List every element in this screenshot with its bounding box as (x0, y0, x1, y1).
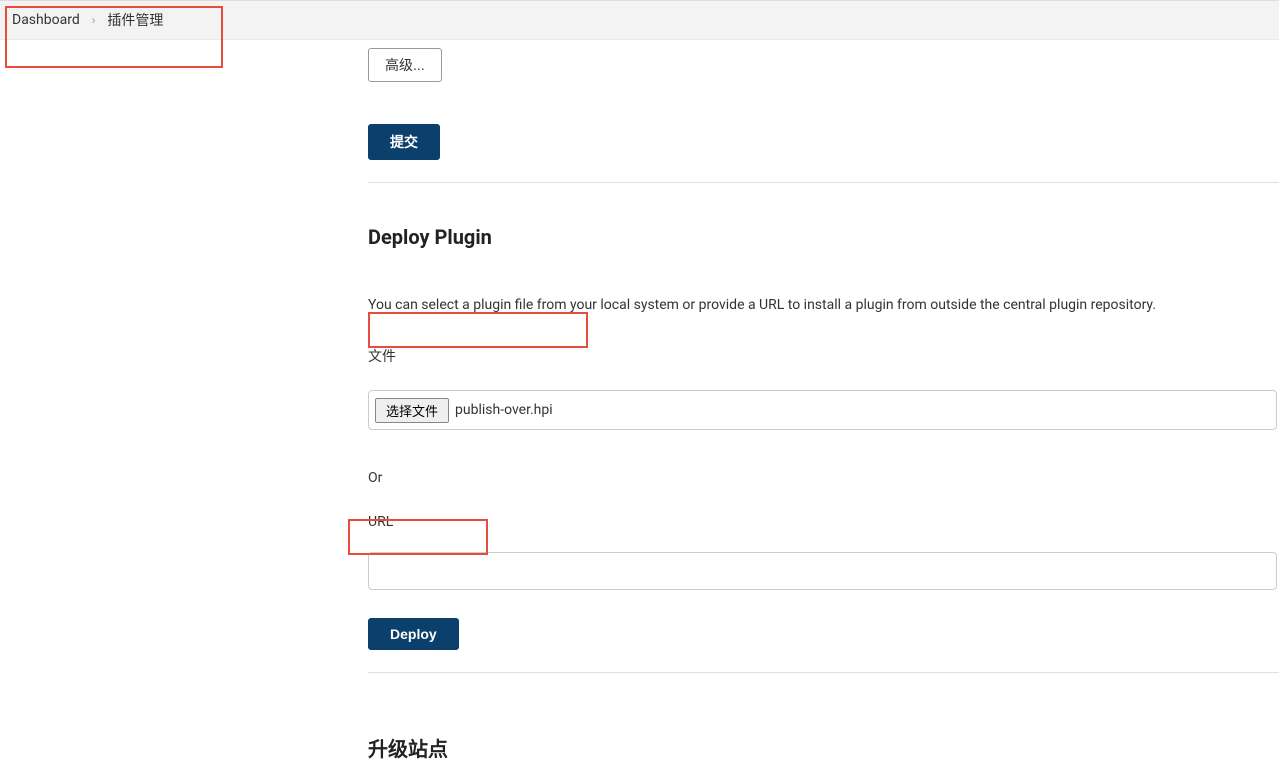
breadcrumb-dashboard[interactable]: Dashboard (12, 12, 80, 28)
url-input[interactable] (368, 552, 1277, 590)
advanced-button[interactable]: 高级... (368, 48, 442, 82)
deploy-plugin-title: Deploy Plugin (368, 225, 1279, 249)
choose-file-button[interactable]: 选择文件 (375, 398, 449, 423)
chevron-right-icon: › (92, 13, 96, 27)
submit-button[interactable]: 提交 (368, 124, 440, 160)
selected-file-name: publish-over.hpi (455, 402, 553, 418)
upgrade-site-title: 升级站点 (368, 733, 1279, 762)
file-input[interactable]: 选择文件 publish-over.hpi (368, 390, 1277, 430)
divider (368, 182, 1279, 183)
deploy-plugin-description: You can select a plugin file from your l… (368, 295, 1279, 316)
url-label: URL (368, 514, 1279, 530)
file-label: 文件 (368, 346, 1279, 366)
breadcrumb-plugin-manager[interactable]: 插件管理 (107, 10, 163, 30)
breadcrumb: Dashboard › 插件管理 (0, 0, 1279, 40)
main-content: 高级... 提交 Deploy Plugin You can select a … (0, 40, 1279, 762)
or-label: Or (368, 470, 1279, 486)
divider (368, 672, 1279, 673)
deploy-button[interactable]: Deploy (368, 618, 459, 650)
